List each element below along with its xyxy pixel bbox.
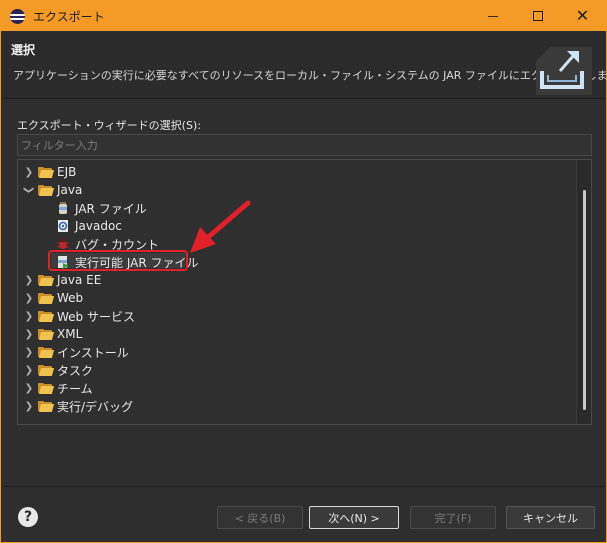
tree-item-label: Web サービス: [57, 309, 135, 324]
title-bar: エクスポート ✕: [1, 1, 606, 31]
maximize-icon: [532, 11, 543, 21]
chevron-right-icon[interactable]: ❯: [22, 345, 36, 359]
chevron-right-icon[interactable]: ❯: [22, 327, 36, 341]
wizard-tree[interactable]: ❯ EJB ❯ Java JAR ファイル Javadoc バグ・カウント 実行…: [17, 159, 592, 425]
page-title: 選択: [11, 43, 36, 57]
maximize-button[interactable]: [515, 1, 560, 31]
tree-item-team[interactable]: ❯ チーム: [22, 379, 93, 397]
tree-item-label: チーム: [57, 381, 93, 396]
bug-icon: [57, 238, 69, 249]
tree-item-label: Java: [57, 183, 83, 197]
folder-icon: [38, 346, 55, 358]
folder-icon: [38, 274, 55, 286]
chevron-right-icon[interactable]: ❯: [22, 291, 36, 305]
chevron-right-icon[interactable]: ❯: [22, 273, 36, 287]
folder-icon: [38, 400, 55, 412]
tree-item-tasks[interactable]: ❯ タスク: [22, 361, 93, 379]
javadoc-icon: [58, 220, 68, 232]
tree-item-label: インストール: [57, 345, 129, 360]
minimize-icon: [487, 15, 498, 17]
folder-icon: [38, 292, 55, 304]
back-button[interactable]: < 戻る(B): [217, 506, 303, 529]
finish-button[interactable]: 完了(F): [410, 506, 496, 529]
annotation-arrow: [190, 200, 251, 253]
export-dialog: エクスポート ✕ 選択 アプリケーションの実行に必要なすべてのリソースをローカル…: [0, 0, 607, 543]
chevron-right-icon[interactable]: ❯: [22, 381, 36, 395]
tree-item-label: Java EE: [57, 273, 102, 287]
next-button[interactable]: 次へ(N) >: [309, 506, 399, 529]
tree-item-run-debug[interactable]: ❯ 実行/デバッグ: [22, 397, 133, 415]
tree-item-java-ee[interactable]: ❯ Java EE: [22, 271, 102, 289]
header-divider: [2, 98, 606, 99]
minimize-button[interactable]: [470, 1, 515, 31]
help-button[interactable]: ?: [18, 507, 38, 527]
tree-scrollbar[interactable]: [576, 160, 591, 424]
filter-input[interactable]: [17, 134, 592, 156]
tree-item-label: Web: [57, 291, 84, 305]
close-button[interactable]: ✕: [560, 1, 605, 31]
folder-icon: [38, 328, 55, 340]
chevron-right-icon[interactable]: ❯: [22, 309, 36, 323]
tree-item-ejb[interactable]: ❯ EJB: [22, 163, 77, 181]
tree-item-xml[interactable]: ❯ XML: [22, 325, 82, 343]
annotation-highlight-box: [48, 250, 188, 271]
tree-item-label: タスク: [57, 363, 94, 378]
cancel-button[interactable]: キャンセル: [506, 506, 595, 529]
wizard-header: 選択 アプリケーションの実行に必要なすべてのリソースをローカル・ファイル・システ…: [2, 32, 607, 98]
tree-item-web-services[interactable]: ❯ Web サービス: [22, 307, 135, 325]
tree-item-install[interactable]: ❯ インストール: [22, 343, 129, 361]
folder-icon: [38, 382, 55, 394]
tree-item-javadoc[interactable]: Javadoc: [56, 217, 122, 235]
tree-item-java[interactable]: ❯ Java: [22, 181, 83, 199]
tree-item-label: EJB: [57, 165, 77, 179]
wizard-selection-label: エクスポート・ウィザードの選択(S):: [17, 119, 201, 132]
folder-icon: [38, 166, 55, 178]
export-banner-icon: [536, 47, 592, 95]
tree-item-label: Javadoc: [75, 219, 122, 233]
folder-open-icon: [38, 184, 55, 196]
footer-divider: [2, 486, 606, 487]
page-description: アプリケーションの実行に必要なすべてのリソースをローカル・ファイル・システムの …: [13, 69, 607, 82]
tree-item-jar-file[interactable]: JAR ファイル: [56, 199, 147, 217]
window-title: エクスポート: [33, 10, 105, 24]
chevron-down-icon[interactable]: ❯: [22, 183, 36, 197]
scrollbar-thumb[interactable]: [583, 190, 586, 410]
folder-icon: [38, 310, 55, 322]
close-icon: ✕: [575, 6, 590, 25]
chevron-right-icon[interactable]: ❯: [22, 165, 36, 179]
tree-item-label: JAR ファイル: [75, 201, 147, 216]
tree-item-label: XML: [57, 327, 83, 341]
chevron-right-icon[interactable]: ❯: [22, 399, 36, 413]
tree-item-web[interactable]: ❯ Web: [22, 289, 83, 307]
chevron-right-icon[interactable]: ❯: [22, 363, 36, 377]
tree-item-label: 実行/デバッグ: [57, 399, 134, 414]
jar-icon: [59, 202, 67, 214]
eclipse-logo-icon: [10, 9, 25, 24]
folder-icon: [38, 364, 55, 376]
